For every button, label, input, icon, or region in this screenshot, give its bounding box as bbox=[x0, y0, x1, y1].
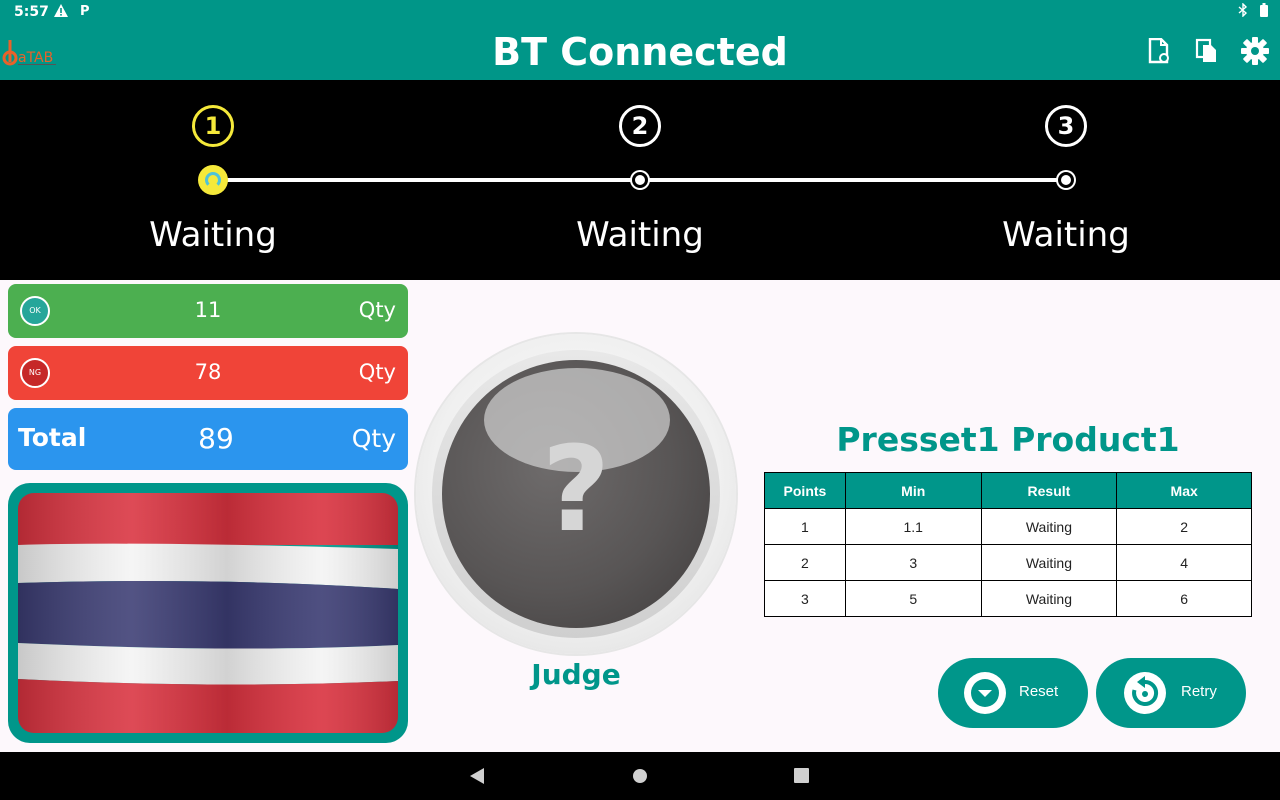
judge-indicator: ? bbox=[416, 334, 736, 654]
column-header-result: Result bbox=[980, 472, 1118, 509]
copy-icon[interactable] bbox=[1192, 36, 1222, 66]
step-3-number: 3 bbox=[1045, 105, 1087, 147]
question-mark-icon: ? bbox=[541, 420, 611, 558]
ng-count-value: 78 bbox=[194, 360, 222, 384]
cell-min: 5 bbox=[844, 580, 982, 617]
cell-max: 4 bbox=[1116, 544, 1252, 581]
progress-stepper: 1 2 3 Waiting Waiting Waiting bbox=[0, 80, 1280, 280]
file-settings-icon[interactable] bbox=[1144, 36, 1174, 66]
step-1-number: 1 bbox=[192, 105, 234, 147]
bluetooth-icon bbox=[1238, 2, 1252, 21]
retry-button[interactable]: Retry bbox=[1096, 658, 1246, 728]
step-2-indicator bbox=[632, 172, 648, 188]
table-row: 2 3 Waiting 4 bbox=[764, 544, 1252, 581]
cell-result: Waiting bbox=[980, 580, 1118, 617]
total-count-value: 89 bbox=[198, 422, 234, 455]
step-2-status: Waiting bbox=[576, 215, 704, 255]
judge-ring: ? bbox=[432, 350, 720, 638]
reset-button[interactable]: Reset bbox=[938, 658, 1088, 728]
system-nav-bar bbox=[0, 752, 1280, 800]
cell-point: 1 bbox=[764, 508, 846, 545]
thailand-flag-image bbox=[18, 493, 398, 733]
chevron-down-icon bbox=[964, 672, 1006, 714]
warning-icon bbox=[54, 4, 68, 21]
step-connector-line bbox=[226, 178, 1072, 182]
retry-icon bbox=[1124, 672, 1166, 714]
back-icon[interactable] bbox=[468, 766, 488, 786]
judge-label: Judge bbox=[531, 658, 621, 691]
preset-title: Presset1 Product1 bbox=[836, 420, 1180, 459]
loading-spinner-icon bbox=[205, 172, 221, 188]
app-bar-actions bbox=[1144, 36, 1270, 66]
step-2-number: 2 bbox=[619, 105, 661, 147]
ok-badge-icon: OK bbox=[20, 296, 50, 326]
p-icon: P bbox=[80, 4, 90, 19]
total-count-unit: Qty bbox=[351, 424, 396, 453]
flag-frame bbox=[8, 483, 408, 743]
cell-result: Waiting bbox=[980, 508, 1118, 545]
cell-max: 6 bbox=[1116, 580, 1252, 617]
home-icon[interactable] bbox=[630, 766, 650, 786]
ng-count-unit: Qty bbox=[358, 360, 396, 384]
column-header-points: Points bbox=[764, 472, 846, 509]
status-time: 5:57 bbox=[14, 4, 49, 20]
ng-count-card: NG 78 Qty bbox=[8, 346, 408, 400]
settings-gear-icon[interactable] bbox=[1240, 36, 1270, 66]
ng-badge-icon: NG bbox=[20, 358, 50, 388]
page-title: BT Connected bbox=[492, 30, 788, 74]
recents-icon[interactable] bbox=[792, 766, 812, 786]
column-header-max: Max bbox=[1116, 472, 1252, 509]
cell-min: 1.1 bbox=[844, 508, 982, 545]
cell-point: 2 bbox=[764, 544, 846, 581]
total-label: Total bbox=[18, 423, 87, 452]
step-1-status: Waiting bbox=[149, 215, 277, 255]
ok-count-unit: Qty bbox=[358, 298, 396, 322]
cell-max: 2 bbox=[1116, 508, 1252, 545]
step-3-status: Waiting bbox=[1002, 215, 1130, 255]
cell-point: 3 bbox=[764, 580, 846, 617]
battery-icon bbox=[1260, 3, 1268, 21]
cell-result: Waiting bbox=[980, 544, 1118, 581]
status-bar: 5:57 P bbox=[0, 0, 1280, 24]
cell-min: 3 bbox=[844, 544, 982, 581]
column-header-min: Min bbox=[844, 472, 982, 509]
table-row: 3 5 Waiting 6 bbox=[764, 580, 1252, 617]
app-bar: aTAB BT Connected bbox=[0, 24, 1280, 80]
points-table: Points Min Result Max 1 1.1 Waiting 2 2 … bbox=[764, 472, 1252, 617]
step-3-indicator bbox=[1058, 172, 1074, 188]
judge-face: ? bbox=[442, 360, 710, 628]
ok-count-value: 11 bbox=[194, 298, 222, 322]
retry-label: Retry bbox=[1181, 683, 1217, 700]
ok-count-card: OK 11 Qty bbox=[8, 284, 408, 338]
reset-label: Reset bbox=[1019, 683, 1059, 700]
step-1-indicator bbox=[198, 165, 228, 195]
total-count-card: Total 89 Qty bbox=[8, 408, 408, 470]
table-header-row: Points Min Result Max bbox=[764, 472, 1252, 509]
status-right-icons bbox=[1238, 2, 1268, 21]
table-row: 1 1.1 Waiting 2 bbox=[764, 508, 1252, 545]
